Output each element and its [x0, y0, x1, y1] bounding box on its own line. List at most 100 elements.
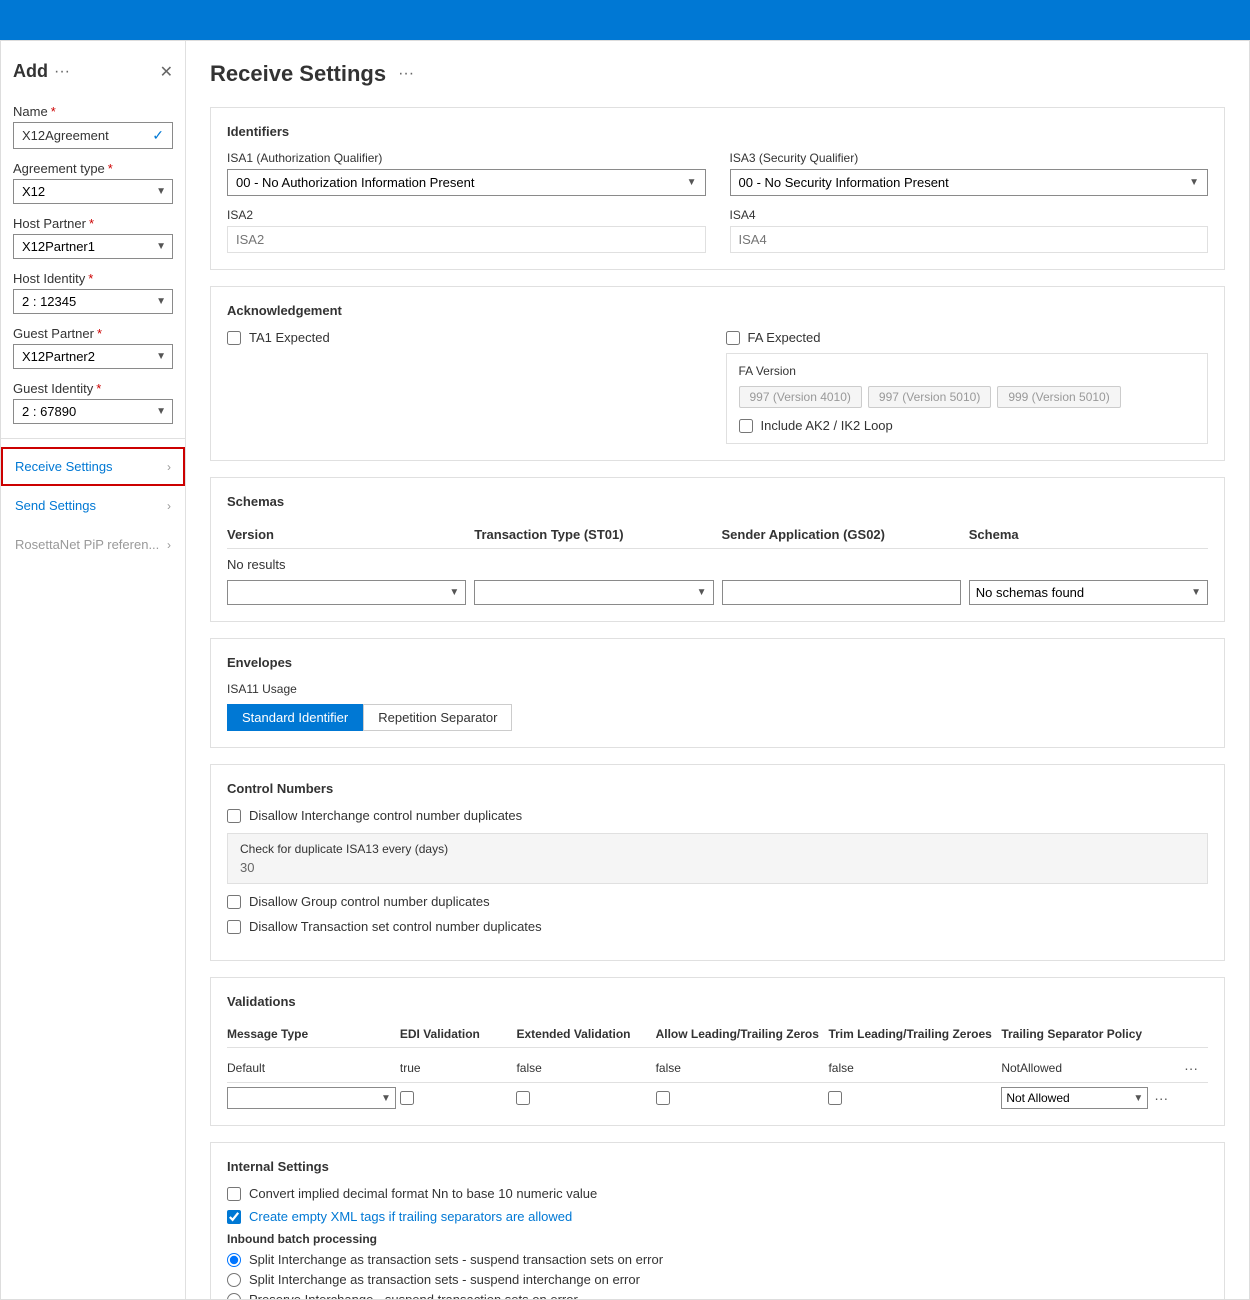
val-col-trailing: Trailing Separator Policy	[1001, 1027, 1170, 1041]
version-btn-3[interactable]: 999 (Version 5010)	[997, 386, 1120, 408]
main-dots[interactable]: ···	[398, 65, 414, 83]
schema-version-dropdown[interactable]: ▼	[227, 580, 466, 605]
cn-row-2: Disallow Group control number duplicates	[227, 894, 1208, 909]
val-col-trim: Trim Leading/Trailing Zeroes	[828, 1027, 997, 1041]
include-ak2-checkbox[interactable]	[739, 419, 753, 433]
control-numbers-section: Control Numbers Disallow Interchange con…	[210, 764, 1225, 961]
schema-transaction-dropdown[interactable]: ▼	[474, 580, 713, 605]
schema-schema-select[interactable]: No schemas found	[970, 581, 1185, 604]
val-col-leading: Allow Leading/Trailing Zeros	[656, 1027, 825, 1041]
fa-checkbox[interactable]	[726, 331, 740, 345]
schemas-title: Schemas	[227, 494, 1208, 509]
schema-transaction-select[interactable]	[475, 581, 690, 604]
schema-version-select[interactable]	[228, 581, 443, 604]
val-policy-select[interactable]: Not Allowed	[1002, 1088, 1129, 1108]
radio-3[interactable]	[227, 1293, 241, 1300]
host-identity-group: Host Identity * 2 : 12345 ▼	[1, 265, 185, 320]
val-col-actions	[1174, 1027, 1208, 1041]
host-identity-select[interactable]: 2 : 12345	[14, 290, 172, 313]
val-edi-checkbox[interactable]	[400, 1091, 414, 1105]
val-ext-checkbox[interactable]	[516, 1091, 530, 1105]
val-policy-dropdown[interactable]: Not Allowed ▼	[1001, 1087, 1148, 1109]
host-identity-select-wrapper: 2 : 12345 ▼	[13, 289, 173, 314]
cn-checkbox-1[interactable]	[227, 809, 241, 823]
days-input-wrapper: Check for duplicate ISA13 every (days) 3…	[227, 833, 1208, 884]
val-msgtype-dropdown[interactable]: ▼	[227, 1087, 396, 1109]
schema-sender-input[interactable]	[722, 580, 961, 605]
isa3-dropdown[interactable]: 00 - No Security Information Present ▼	[730, 169, 1209, 196]
identifiers-section: Identifiers ISA1 (Authorization Qualifie…	[210, 107, 1225, 270]
ta1-checkbox-row: TA1 Expected	[227, 330, 710, 345]
sidebar-title: Add	[13, 61, 48, 82]
guest-identity-select[interactable]: 2 : 67890	[14, 400, 172, 423]
agreement-type-group: Agreement type * X12 ▼	[1, 155, 185, 210]
page-title: Receive Settings	[210, 61, 386, 87]
schema-col-transaction: Transaction Type (ST01)	[474, 527, 713, 542]
ta1-checkbox[interactable]	[227, 331, 241, 345]
radio-3-label: Preserve Interchange - suspend transacti…	[249, 1292, 578, 1299]
val-default-trim: false	[828, 1061, 997, 1075]
chevron-down-icon-schema-s: ▼	[1185, 587, 1207, 598]
schemas-section: Schemas Version Transaction Type (ST01) …	[210, 477, 1225, 622]
cn-checkbox-2[interactable]	[227, 895, 241, 909]
cn-checkbox-3[interactable]	[227, 920, 241, 934]
guest-identity-group: Guest Identity * 2 : 67890 ▼	[1, 375, 185, 430]
cn-label-1: Disallow Interchange control number dupl…	[249, 808, 522, 823]
fa-label: FA Expected	[748, 330, 821, 345]
isa2-group: ISA2	[227, 208, 706, 253]
schema-no-results: No results	[227, 557, 1208, 572]
guest-partner-group: Guest Partner * X12Partner2 ▼	[1, 320, 185, 375]
receive-settings-nav-label: Receive Settings	[15, 459, 113, 474]
ack-grid: TA1 Expected FA Expected FA Version 997 …	[227, 330, 1208, 444]
isa2-input[interactable]	[227, 226, 706, 253]
internal-cb2-row: Create empty XML tags if trailing separa…	[227, 1209, 1208, 1224]
repetition-separator-btn[interactable]: Repetition Separator	[363, 704, 512, 731]
agreement-type-select[interactable]: X12	[14, 180, 172, 203]
val-static-row-dots[interactable]: ···	[1174, 1058, 1208, 1078]
days-label: Check for duplicate ISA13 every (days)	[240, 842, 1195, 856]
isa4-input[interactable]	[730, 226, 1209, 253]
name-input[interactable]: X12Agreement ✓	[13, 122, 173, 149]
isa1-label: ISA1 (Authorization Qualifier)	[227, 151, 706, 165]
val-input-row-dots[interactable]: ···	[1152, 1088, 1170, 1108]
sidebar-item-send-settings[interactable]: Send Settings ›	[1, 486, 185, 525]
internal-cb1[interactable]	[227, 1187, 241, 1201]
chevron-down-icon-schema-v: ▼	[443, 587, 465, 598]
val-default-edi: true	[400, 1061, 513, 1075]
sidebar-divider-1	[1, 438, 185, 439]
isa1-dropdown[interactable]: 00 - No Authorization Information Presen…	[227, 169, 706, 196]
sidebar: Add ··· ✕ Name * X12Agreement ✓ Agreemen…	[1, 41, 186, 1299]
isa1-select[interactable]: 00 - No Authorization Information Presen…	[228, 170, 679, 195]
close-icon[interactable]: ✕	[160, 62, 173, 82]
host-partner-group: Host Partner * X12Partner1 ▼	[1, 210, 185, 265]
host-partner-select-wrapper: X12Partner1 ▼	[13, 234, 173, 259]
host-partner-select[interactable]: X12Partner1	[14, 235, 172, 258]
guest-partner-select-wrapper: X12Partner2 ▼	[13, 344, 173, 369]
sidebar-dots[interactable]: ···	[54, 63, 70, 81]
schema-schema-dropdown[interactable]: No schemas found ▼	[969, 580, 1208, 605]
val-col-ext: Extended Validation	[516, 1027, 651, 1041]
val-input-row: ▼ Not Allowed ▼ ···	[227, 1087, 1208, 1109]
version-btn-2[interactable]: 997 (Version 5010)	[868, 386, 991, 408]
sidebar-item-receive-settings[interactable]: Receive Settings ›	[1, 447, 185, 486]
internal-cb2[interactable]	[227, 1210, 241, 1224]
val-trim-checkbox[interactable]	[828, 1091, 842, 1105]
app-container: Add ··· ✕ Name * X12Agreement ✓ Agreemen…	[0, 40, 1250, 1300]
version-btn-1[interactable]: 997 (Version 4010)	[739, 386, 862, 408]
val-leading-checkbox[interactable]	[656, 1091, 670, 1105]
chevron-right-icon-3: ›	[167, 538, 171, 552]
radio-1[interactable]	[227, 1253, 241, 1267]
radio-2[interactable]	[227, 1273, 241, 1287]
fa-group: FA Expected FA Version 997 (Version 4010…	[726, 330, 1209, 444]
internal-cb1-row: Convert implied decimal format Nn to bas…	[227, 1186, 1208, 1201]
sidebar-item-rosettanet[interactable]: RosettaNet PiP referen... ›	[1, 525, 185, 564]
check-icon: ✓	[152, 127, 164, 144]
guest-partner-select[interactable]: X12Partner2	[14, 345, 172, 368]
isa3-select[interactable]: 00 - No Security Information Present	[731, 170, 1182, 195]
name-label: Name *	[13, 104, 173, 119]
internal-cb2-label: Create empty XML tags if trailing separa…	[249, 1209, 572, 1224]
chevron-right-icon-2: ›	[167, 499, 171, 513]
val-msgtype-select[interactable]	[228, 1088, 377, 1108]
radio-2-label: Split Interchange as transaction sets - …	[249, 1272, 640, 1287]
standard-identifier-btn[interactable]: Standard Identifier	[227, 704, 363, 731]
